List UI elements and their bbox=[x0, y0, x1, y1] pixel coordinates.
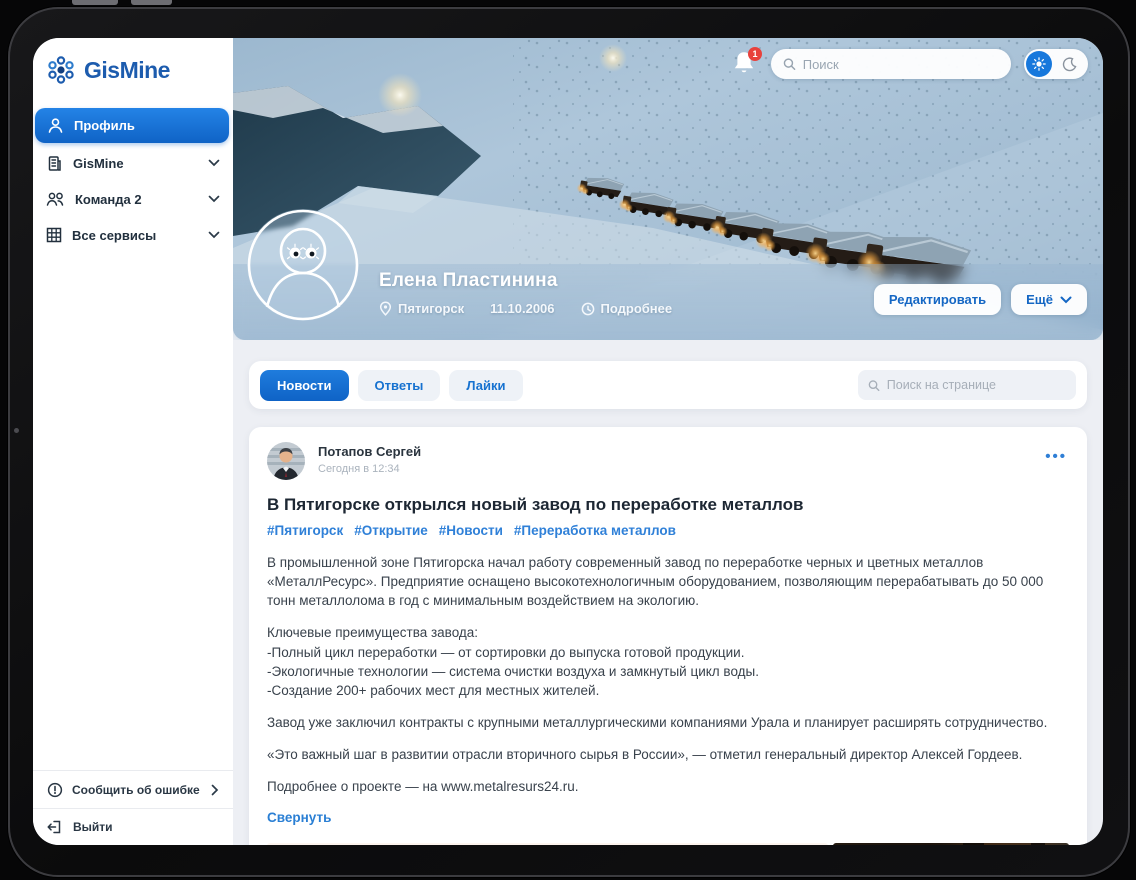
more-button-label: Ещё bbox=[1026, 292, 1053, 307]
report-error-button[interactable]: Сообщить об ошибке bbox=[33, 771, 233, 808]
post-card: Потапов Сергей Сегодня в 12:34 ••• В Пят… bbox=[249, 427, 1087, 845]
chevron-down-icon bbox=[208, 159, 220, 167]
logout-label: Выйти bbox=[73, 820, 113, 834]
page-search-input[interactable] bbox=[887, 378, 1066, 392]
tab-replies[interactable]: Ответы bbox=[358, 370, 441, 401]
tablet-mockup: { "colors": { "accent": "#1472d8", "badg… bbox=[0, 0, 1136, 880]
app-screen: GisMine Профиль GisMine bbox=[33, 38, 1103, 845]
hashtag[interactable]: #Переработка металлов bbox=[514, 523, 676, 538]
post-hashtags: #Пятигорск #Открытие #Новости #Переработка … bbox=[267, 522, 1069, 540]
profile-actions: Редактировать Ещё bbox=[874, 284, 1087, 315]
more-button[interactable]: Ещё bbox=[1011, 284, 1087, 315]
page-search[interactable] bbox=[858, 370, 1076, 400]
chevron-down-icon bbox=[1060, 296, 1072, 304]
light-theme-button[interactable] bbox=[1026, 51, 1052, 77]
chevron-down-icon bbox=[208, 195, 220, 203]
global-search-input[interactable] bbox=[803, 57, 999, 72]
tab-news[interactable]: Новости bbox=[260, 370, 349, 401]
search-icon bbox=[783, 57, 796, 71]
logout-icon bbox=[47, 819, 64, 835]
post-title: В Пятигорске открылся новый завод по пер… bbox=[267, 495, 1069, 515]
post-body: В промышленной зоне Пятигорска начал раб… bbox=[267, 553, 1069, 797]
post-paragraph: Подробнее о проекте — на www.metalresurs… bbox=[267, 777, 1069, 796]
sidebar-item-profile[interactable]: Профиль bbox=[35, 108, 229, 143]
post-image-sunset-plant[interactable] bbox=[267, 843, 828, 845]
volume-button-2 bbox=[131, 0, 172, 5]
profile-location: Пятигорск bbox=[379, 301, 464, 316]
post-author-name[interactable]: Потапов Сергей bbox=[318, 444, 421, 459]
sun-icon bbox=[1032, 57, 1046, 71]
sidebar-item-label: Профиль bbox=[74, 118, 135, 133]
volume-button-1 bbox=[72, 0, 118, 5]
post-paragraph: Завод уже заключил контракты с крупными … bbox=[267, 713, 1069, 732]
post-author-block: Потапов Сергей Сегодня в 12:34 bbox=[318, 442, 421, 475]
profile-details-link[interactable]: Подробнее bbox=[581, 301, 673, 316]
avatar-placeholder-icon bbox=[247, 209, 359, 321]
moon-icon bbox=[1062, 57, 1077, 72]
sidebar: GisMine Профиль GisMine bbox=[33, 38, 233, 845]
post-menu-button[interactable]: ••• bbox=[1043, 442, 1069, 471]
error-icon bbox=[47, 782, 63, 798]
sidebar-footer: Сообщить об ошибке Выйти bbox=[33, 770, 233, 845]
app-title: GisMine bbox=[84, 57, 170, 84]
sidebar-item-team[interactable]: Команда 2 bbox=[33, 181, 233, 217]
app-logo[interactable]: GisMine bbox=[33, 38, 233, 100]
machinery-slab bbox=[963, 843, 984, 845]
search-icon bbox=[868, 379, 880, 392]
machinery-slab bbox=[1031, 843, 1045, 845]
sidebar-spacer bbox=[33, 253, 233, 770]
tab-likes[interactable]: Лайки bbox=[449, 370, 522, 401]
profile-tabs-bar: Новости Ответы Лайки bbox=[249, 361, 1087, 409]
logout-button[interactable]: Выйти bbox=[33, 808, 233, 845]
team-icon bbox=[46, 191, 65, 207]
profile-meta: Пятигорск 11.10.2006 Подробнее bbox=[379, 301, 672, 316]
notification-badge: 1 bbox=[748, 47, 762, 61]
hashtag[interactable]: #Открытие bbox=[354, 523, 428, 538]
building-icon bbox=[46, 155, 63, 172]
main-area: 1 bbox=[233, 38, 1103, 845]
post-author-avatar[interactable] bbox=[267, 442, 305, 480]
edit-profile-button[interactable]: Редактировать bbox=[874, 284, 1001, 315]
profile-birth-date: 11.10.2006 bbox=[490, 301, 554, 316]
hashtag[interactable]: #Пятигорск bbox=[267, 523, 343, 538]
location-pin-icon bbox=[379, 301, 392, 316]
chevron-right-icon bbox=[211, 784, 219, 796]
post-images bbox=[267, 843, 1069, 845]
profile-summary: Елена Пластинина Пятигорск 11.10.2006 bbox=[379, 270, 672, 316]
googly-eyes bbox=[288, 244, 319, 258]
side-camera-dot bbox=[14, 428, 19, 433]
dark-theme-button[interactable] bbox=[1052, 57, 1086, 72]
post-image-foundry[interactable] bbox=[833, 843, 1070, 845]
report-error-label: Сообщить об ошибке bbox=[72, 783, 200, 797]
grid-icon bbox=[46, 227, 62, 243]
profile-location-label: Пятигорск bbox=[398, 301, 464, 316]
post-timestamp: Сегодня в 12:34 bbox=[318, 463, 421, 475]
sidebar-item-all-services[interactable]: Все сервисы bbox=[33, 217, 233, 253]
sidebar-nav: Профиль GisMine bbox=[33, 100, 233, 253]
author-photo bbox=[267, 442, 305, 480]
sidebar-item-label: Все сервисы bbox=[72, 228, 156, 243]
collapse-post-link[interactable]: Свернуть bbox=[267, 810, 331, 825]
theme-toggle bbox=[1024, 49, 1088, 79]
sidebar-item-label: Команда 2 bbox=[75, 192, 142, 207]
details-icon bbox=[581, 302, 595, 316]
gismine-logo-icon bbox=[46, 55, 76, 85]
profile-details-label: Подробнее bbox=[601, 301, 673, 316]
profile-avatar[interactable] bbox=[247, 209, 359, 321]
post-paragraph: В промышленной зоне Пятигорска начал раб… bbox=[267, 553, 1069, 610]
person-icon bbox=[47, 117, 64, 134]
profile-name: Елена Пластинина bbox=[379, 270, 672, 292]
sidebar-item-label: GisMine bbox=[73, 156, 124, 171]
global-search[interactable] bbox=[771, 49, 1011, 79]
post-paragraph: Ключевые преимущества завода: -Полный ци… bbox=[267, 623, 1069, 700]
sidebar-item-gismine[interactable]: GisMine bbox=[33, 145, 233, 181]
post-header: Потапов Сергей Сегодня в 12:34 ••• bbox=[267, 442, 1069, 480]
profile-banner: 1 bbox=[233, 38, 1103, 340]
chevron-down-icon bbox=[208, 231, 220, 239]
hashtag[interactable]: #Новости bbox=[439, 523, 503, 538]
notifications-button[interactable]: 1 bbox=[732, 50, 758, 78]
topbar: 1 bbox=[732, 49, 1088, 79]
post-paragraph: «Это важный шаг в развитии отрасли втори… bbox=[267, 745, 1069, 764]
